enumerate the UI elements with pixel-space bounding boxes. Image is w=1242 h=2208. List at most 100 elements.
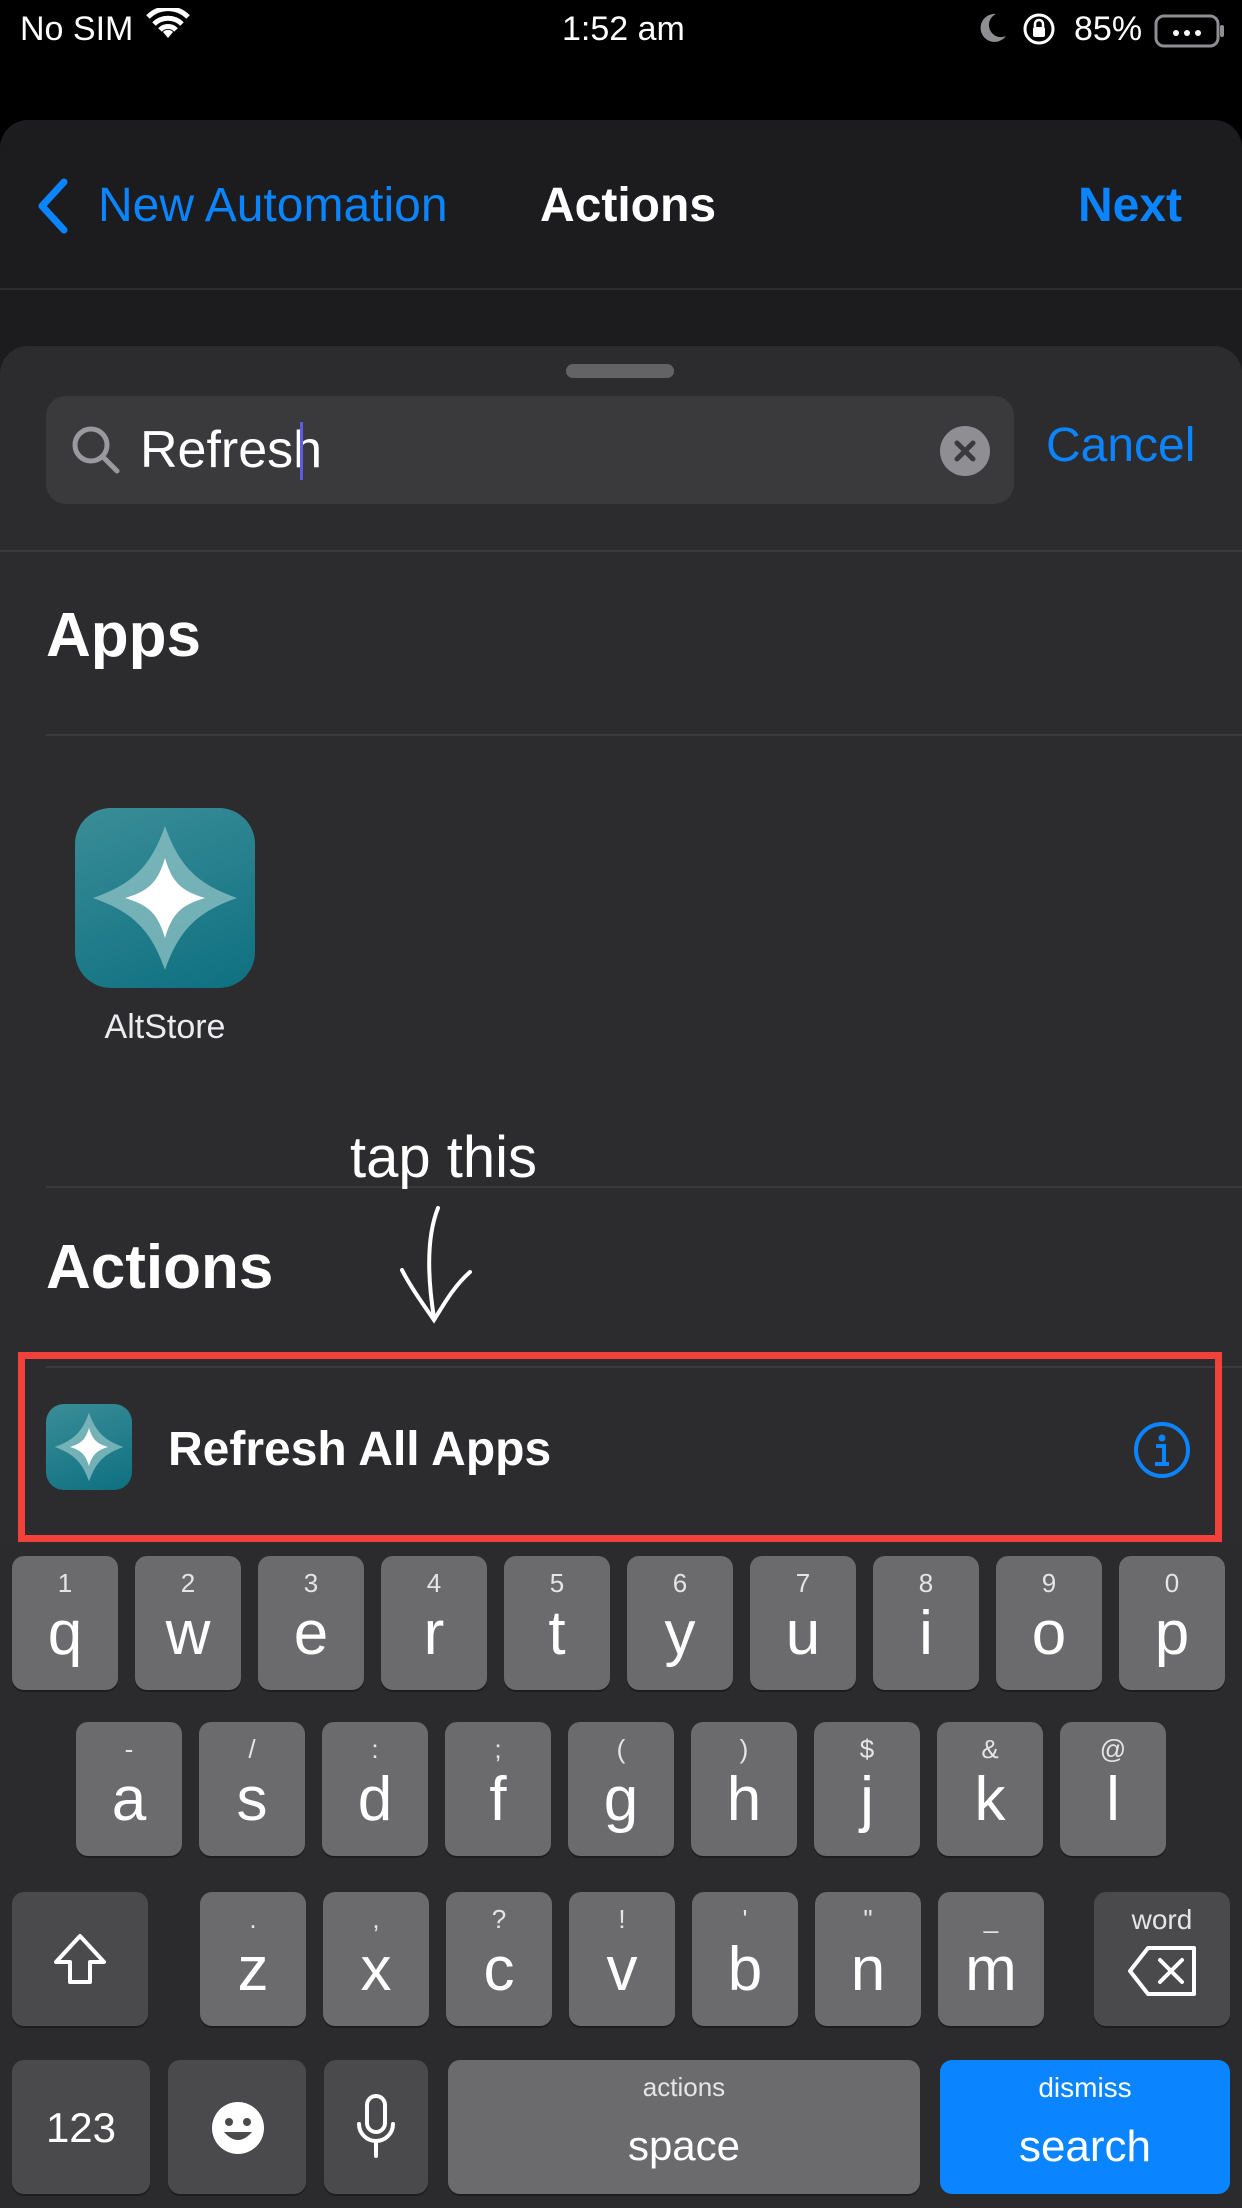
key-x[interactable]: ,x — [323, 1892, 429, 2026]
status-bar: No SIM 1:52 am 85% — [0, 0, 1242, 64]
key-hint: ) — [739, 1734, 749, 1764]
key-hint: $ — [859, 1734, 875, 1764]
key-hint: " — [863, 1904, 873, 1934]
delete-hint: word — [1131, 1904, 1193, 1935]
back-button[interactable]: New Automation — [34, 172, 474, 238]
numbers-key-label: 123 — [45, 2104, 117, 2151]
keyboard: 1q2w3e4r5t6y7u8i9o0p - a / s: d; f(g) h $ j & k @ l … — [0, 1546, 1242, 2208]
key-label: h — [726, 1765, 762, 1834]
key-y[interactable]: 6y — [627, 1556, 733, 1690]
key-c[interactable]: ? c — [446, 1892, 552, 2026]
apps-section-header: Apps — [46, 601, 201, 670]
key-label: x — [360, 1935, 392, 2004]
key-e[interactable]: 3e — [258, 1556, 364, 1690]
clock: 1:52 am — [562, 10, 685, 48]
key-label: p — [1154, 1599, 1190, 1668]
highlight-box — [18, 1352, 1222, 1542]
altstore-app-icon — [75, 808, 255, 988]
key-o[interactable]: 9o — [996, 1556, 1102, 1690]
key-label: b — [727, 1935, 763, 2004]
key-h[interactable]: ) h — [691, 1722, 797, 1856]
key-label: m — [965, 1935, 1017, 2004]
next-button[interactable]: Next — [1078, 178, 1182, 233]
key-label: n — [850, 1935, 886, 2004]
key-hint: 9 — [1041, 1568, 1057, 1598]
key-hint: ! — [618, 1904, 626, 1934]
key-label: t — [548, 1599, 566, 1668]
key-label: k — [974, 1765, 1006, 1834]
key-label: o — [1031, 1599, 1067, 1668]
key-hint: , — [372, 1904, 380, 1934]
key-hint: & — [981, 1734, 999, 1764]
key-z[interactable]: .z — [200, 1892, 306, 2026]
divider — [46, 734, 1242, 736]
key-hint: 3 — [303, 1568, 319, 1598]
numbers-key[interactable]: 123 — [12, 2060, 150, 2194]
search-field[interactable]: Refresh — [46, 396, 1014, 504]
key-hint: 0 — [1164, 1568, 1180, 1598]
key-hint: 2 — [180, 1568, 196, 1598]
key-r[interactable]: 4r — [381, 1556, 487, 1690]
emoji-icon — [212, 2102, 264, 2154]
key-label: z — [237, 1935, 269, 2004]
key-l[interactable]: @ l — [1060, 1722, 1166, 1856]
key-hint: 7 — [795, 1568, 811, 1598]
key-a[interactable]: -a — [76, 1722, 182, 1856]
delete-key[interactable]: word — [1094, 1892, 1230, 2026]
app-tile-altstore[interactable]: AltStore — [60, 808, 270, 1078]
key-g[interactable]: (g — [568, 1722, 674, 1856]
key-hint: 6 — [672, 1568, 688, 1598]
shift-key[interactable] — [12, 1892, 148, 2026]
key-i[interactable]: 8i — [873, 1556, 979, 1690]
key-s[interactable]: / s — [199, 1722, 305, 1856]
navigation-bar: New Automation Actions Next — [0, 120, 1242, 290]
dictation-key[interactable] — [324, 2060, 428, 2194]
battery-percent: 85% — [1074, 10, 1143, 48]
key-v[interactable]: ! v — [569, 1892, 675, 2026]
key-j[interactable]: $ j — [814, 1722, 920, 1856]
key-hint: / — [248, 1734, 256, 1764]
key-p[interactable]: 0p — [1119, 1556, 1225, 1690]
key-label: c — [483, 1935, 515, 2004]
key-hint: @ — [1099, 1734, 1127, 1764]
carrier-label: No SIM — [20, 10, 134, 48]
annotation-text: tap this — [350, 1125, 537, 1190]
search-key-hint: dismiss — [1038, 2072, 1132, 2103]
key-label: d — [357, 1765, 393, 1834]
battery-icon — [1154, 14, 1226, 57]
key-label: f — [489, 1765, 507, 1834]
key-b[interactable]: ' b — [692, 1892, 798, 2026]
emoji-key[interactable] — [168, 2060, 306, 2194]
key-u[interactable]: 7u — [750, 1556, 856, 1690]
key-q[interactable]: 1q — [12, 1556, 118, 1690]
microphone-icon — [357, 2094, 395, 2158]
key-hint: 1 — [57, 1568, 73, 1598]
space-key[interactable]: actions space — [448, 2060, 920, 2194]
key-t[interactable]: 5t — [504, 1556, 610, 1690]
key-hint: 5 — [549, 1568, 565, 1598]
cancel-button[interactable]: Cancel — [1046, 418, 1195, 473]
key-m[interactable]: _ m — [938, 1892, 1044, 2026]
key-hint: ? — [491, 1904, 507, 1934]
orientation-lock-icon — [1022, 12, 1056, 55]
sheet-grabber[interactable] — [566, 364, 674, 378]
back-label: New Automation — [98, 179, 448, 232]
clear-search-icon[interactable] — [940, 426, 990, 476]
key-d[interactable]: :d — [322, 1722, 428, 1856]
wifi-icon — [146, 6, 190, 51]
search-key-label: search — [1018, 2122, 1152, 2171]
key-w[interactable]: 2w — [135, 1556, 241, 1690]
search-key[interactable]: dismiss search — [940, 2060, 1230, 2194]
key-k[interactable]: & k — [937, 1722, 1043, 1856]
key-f[interactable]: ; f — [445, 1722, 551, 1856]
key-label: q — [47, 1599, 83, 1668]
key-hint: 4 — [426, 1568, 442, 1598]
key-hint: . — [249, 1904, 257, 1934]
search-input[interactable]: Refresh — [140, 420, 322, 480]
search-icon — [70, 424, 122, 481]
key-hint: ; — [494, 1734, 502, 1764]
key-hint: ( — [616, 1734, 626, 1764]
key-n[interactable]: " n — [815, 1892, 921, 2026]
key-hint: : — [371, 1734, 379, 1764]
key-label: i — [919, 1599, 933, 1668]
